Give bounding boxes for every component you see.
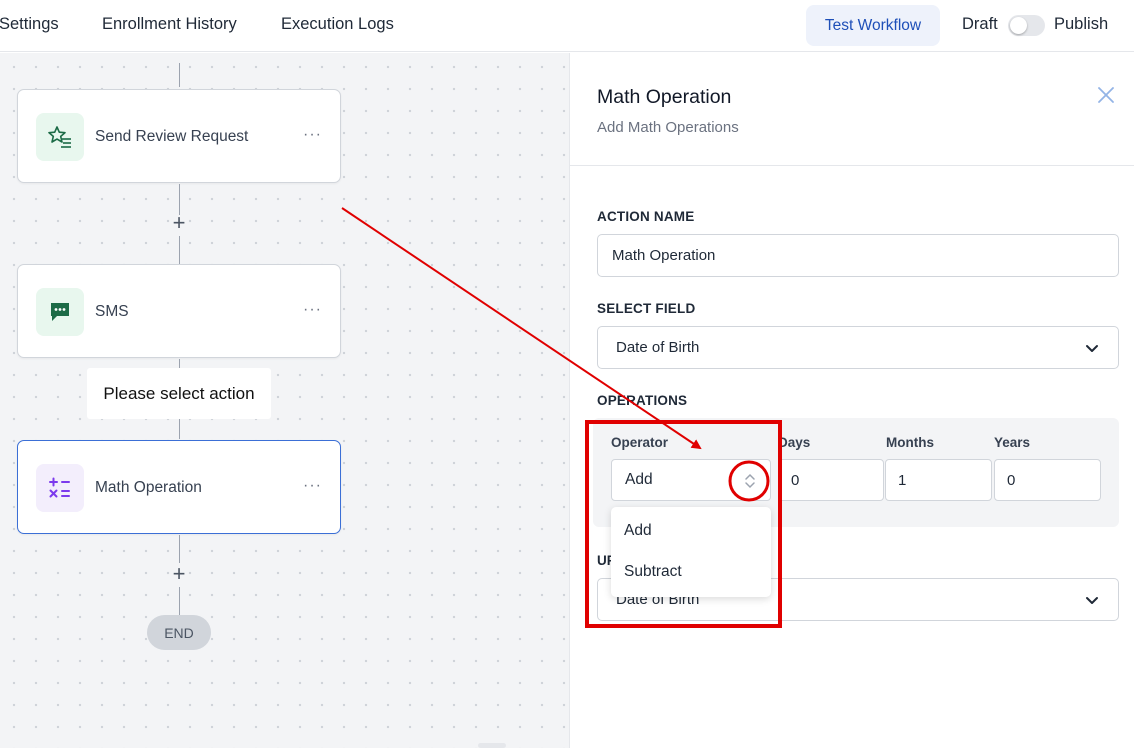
node-label: Math Operation bbox=[95, 479, 202, 496]
chat-bubble-icon bbox=[36, 288, 84, 336]
tab-enrollment-history[interactable]: Enrollment History bbox=[102, 15, 237, 34]
years-column-label: Years bbox=[994, 435, 1031, 450]
operator-dropdown-menu: Add Subtract bbox=[611, 507, 771, 597]
node-menu-button[interactable]: ··· bbox=[303, 477, 322, 495]
panel-subtitle: Add Math Operations bbox=[597, 119, 739, 136]
chevron-down-icon bbox=[1086, 345, 1098, 352]
draft-label: Draft bbox=[962, 15, 998, 33]
action-name-input[interactable]: Math Operation bbox=[597, 234, 1119, 277]
scroll-indicator bbox=[478, 743, 506, 748]
months-input[interactable]: 1 bbox=[885, 459, 992, 501]
star-list-icon bbox=[36, 113, 84, 161]
days-column-label: Days bbox=[778, 435, 811, 450]
select-field-dropdown[interactable]: Date of Birth bbox=[597, 326, 1119, 369]
add-step-button[interactable]: + bbox=[169, 561, 189, 586]
top-navigation: Settings Enrollment History Execution Lo… bbox=[0, 0, 1134, 52]
connector-line bbox=[179, 587, 180, 615]
close-icon[interactable] bbox=[1094, 83, 1118, 107]
publish-label: Publish bbox=[1054, 15, 1109, 33]
operations-label: OPERATIONS bbox=[597, 393, 688, 408]
operator-value: Add bbox=[625, 471, 653, 488]
select-field-label: SELECT FIELD bbox=[597, 301, 696, 316]
operator-option-subtract[interactable]: Subtract bbox=[624, 563, 682, 581]
panel-title: Math Operation bbox=[597, 86, 732, 108]
node-label: Send Review Request bbox=[95, 128, 249, 145]
connector-line bbox=[179, 63, 180, 87]
workflow-node-math-operation[interactable]: Math Operation ··· bbox=[17, 440, 341, 534]
tab-settings[interactable]: Settings bbox=[0, 15, 59, 34]
chevron-down-icon bbox=[1086, 597, 1098, 604]
node-menu-button[interactable]: ··· bbox=[303, 301, 322, 319]
operator-column-label: Operator bbox=[611, 435, 669, 450]
operator-option-add[interactable]: Add bbox=[624, 522, 652, 540]
operator-select[interactable]: Add bbox=[611, 459, 771, 501]
workflow-node-send-review-request[interactable]: Send Review Request ··· bbox=[17, 89, 341, 183]
years-input[interactable]: 0 bbox=[994, 459, 1101, 501]
node-menu-button[interactable]: ··· bbox=[303, 126, 322, 144]
months-column-label: Months bbox=[886, 435, 934, 450]
select-field-value: Date of Birth bbox=[616, 339, 700, 356]
workflow-node-sms[interactable]: SMS ··· bbox=[17, 264, 341, 358]
end-node: END bbox=[147, 615, 211, 650]
divider bbox=[570, 165, 1134, 166]
tab-execution-logs[interactable]: Execution Logs bbox=[281, 15, 394, 34]
action-name-label: ACTION NAME bbox=[597, 209, 695, 224]
up-down-chevron-icon bbox=[745, 473, 755, 489]
toggle-knob bbox=[1010, 17, 1027, 34]
publish-toggle[interactable] bbox=[1008, 15, 1045, 36]
action-config-panel: Math Operation Add Math Operations ACTIO… bbox=[569, 53, 1134, 748]
days-input[interactable]: 0 bbox=[778, 459, 884, 501]
node-label: SMS bbox=[95, 303, 129, 320]
workflow-canvas[interactable]: Send Review Request ··· + SMS ··· Please… bbox=[0, 53, 569, 748]
test-workflow-button[interactable]: Test Workflow bbox=[806, 5, 940, 46]
connector-line bbox=[179, 236, 180, 264]
math-operators-icon bbox=[36, 464, 84, 512]
connector-line bbox=[179, 535, 180, 563]
select-action-tooltip: Please select action bbox=[87, 368, 271, 419]
add-step-button[interactable]: + bbox=[169, 210, 189, 235]
